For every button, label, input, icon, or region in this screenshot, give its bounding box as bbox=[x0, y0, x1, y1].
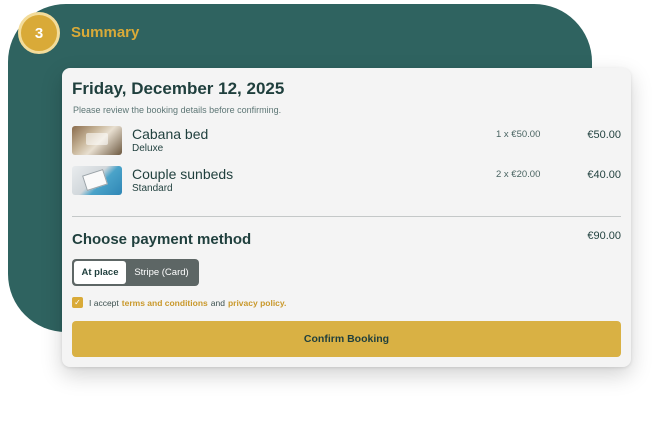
item-total: €50.00 bbox=[587, 129, 621, 141]
item-total: €40.00 bbox=[587, 169, 621, 181]
sunbeds-thumbnail bbox=[72, 166, 122, 195]
item-quantity-price: 1 x €50.00 bbox=[496, 129, 541, 140]
grand-total: €90.00 bbox=[587, 230, 621, 242]
privacy-link[interactable]: privacy policy. bbox=[228, 298, 286, 308]
summary-card: Friday, December 12, 2025 Please review … bbox=[62, 68, 631, 367]
booking-date: Friday, December 12, 2025 bbox=[72, 79, 285, 98]
terms-acceptance: ✓ I accept terms and conditions and priv… bbox=[72, 297, 286, 308]
payment-option-stripe[interactable]: Stripe (Card) bbox=[126, 261, 197, 284]
confirm-booking-button[interactable]: Confirm Booking bbox=[72, 321, 621, 357]
step-title: Summary bbox=[71, 24, 140, 41]
item-variant: Deluxe bbox=[132, 143, 164, 154]
item-name: Couple sunbeds bbox=[132, 166, 234, 182]
terms-checkbox[interactable]: ✓ bbox=[72, 297, 83, 308]
terms-link[interactable]: terms and conditions bbox=[122, 298, 208, 308]
item-name: Cabana bed bbox=[132, 126, 209, 142]
payment-method-toggle: At place Stripe (Card) bbox=[72, 259, 199, 286]
terms-prefix: I accept bbox=[89, 297, 119, 308]
step-number-badge: 3 bbox=[18, 12, 60, 54]
terms-and: and bbox=[210, 297, 225, 308]
booking-item: Cabana bed Deluxe 1 x €50.00 €50.00 bbox=[72, 126, 621, 158]
item-quantity-price: 2 x €20.00 bbox=[496, 169, 541, 180]
cabana-bed-thumbnail bbox=[72, 126, 122, 155]
item-variant: Standard bbox=[132, 183, 173, 194]
divider bbox=[72, 216, 621, 217]
booking-item: Couple sunbeds Standard 2 x €20.00 €40.0… bbox=[72, 166, 621, 198]
review-note: Please review the booking details before… bbox=[73, 105, 282, 115]
payment-option-at-place[interactable]: At place bbox=[74, 261, 126, 284]
payment-method-title: Choose payment method bbox=[72, 231, 252, 248]
